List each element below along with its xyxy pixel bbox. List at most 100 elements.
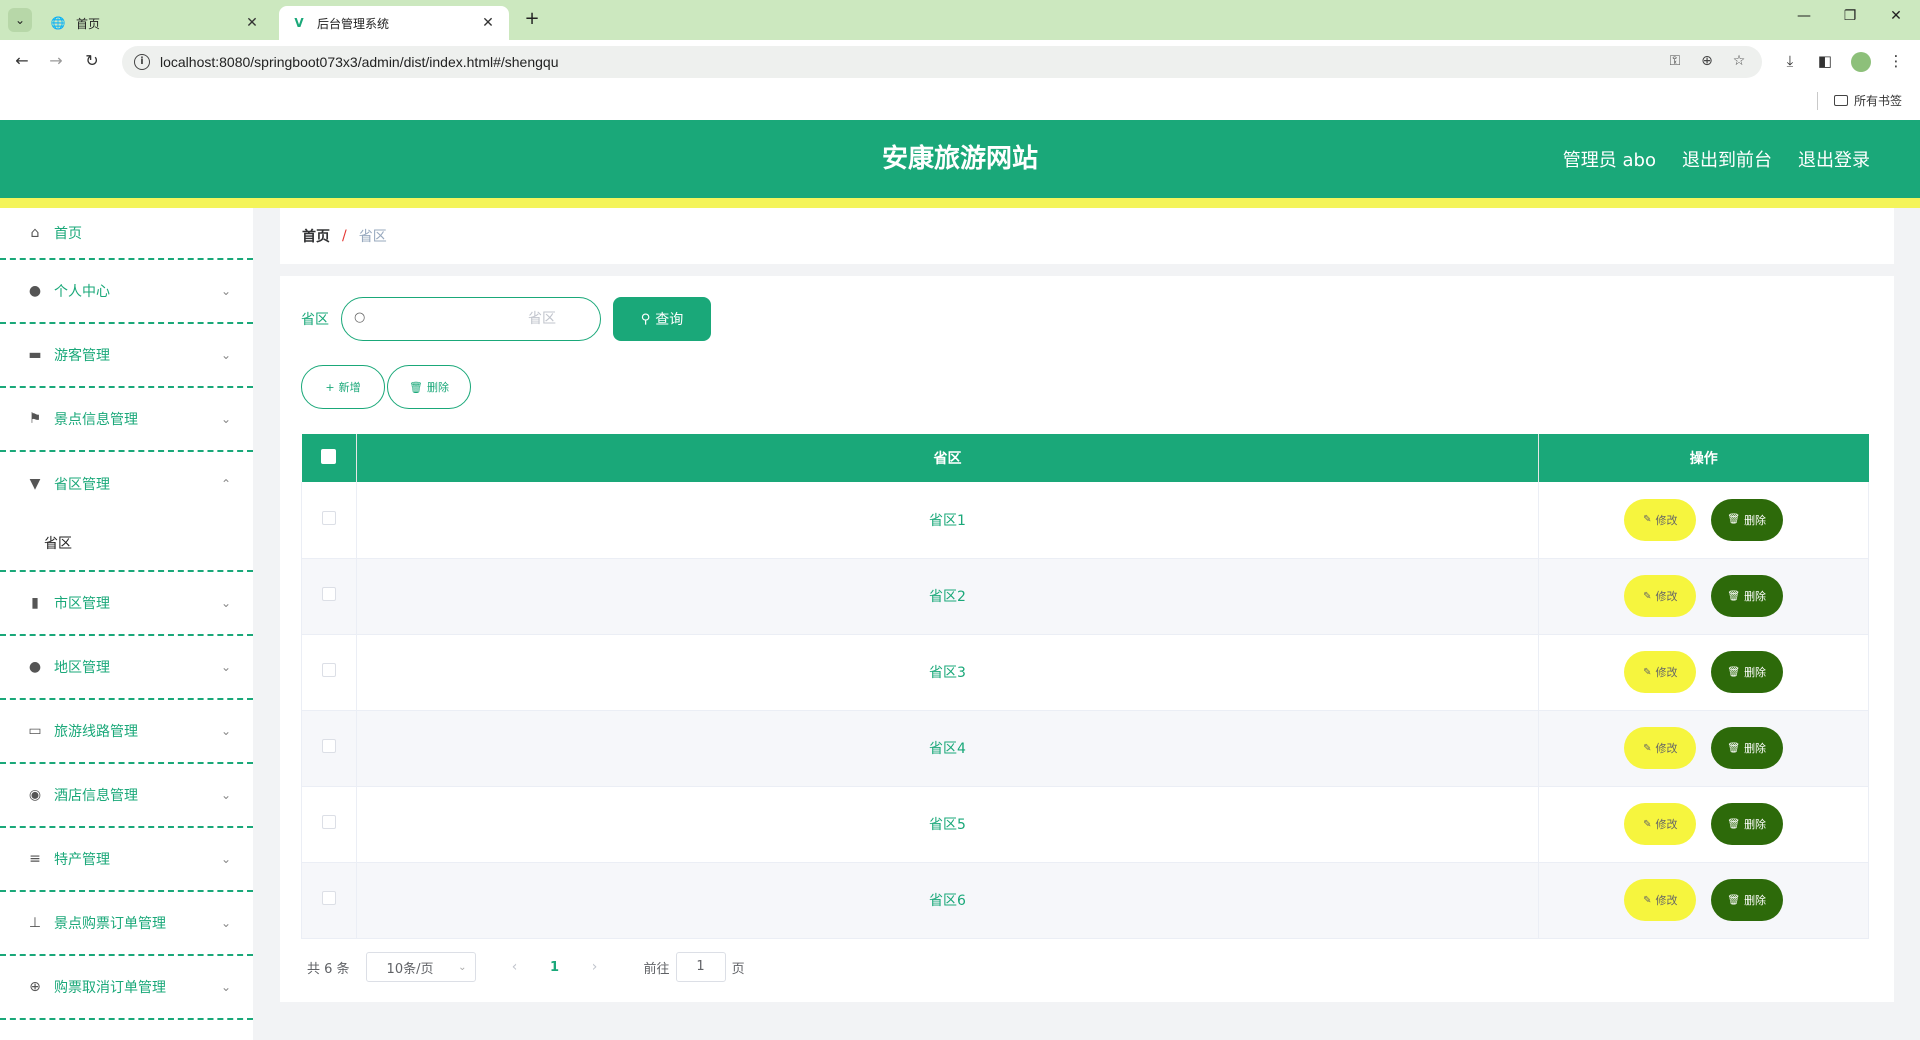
edit-label: 修改 — [1655, 666, 1678, 679]
compass-icon: ⊕ — [29, 979, 41, 995]
sidebar-item-hotels[interactable]: ◉ 酒店信息管理 ⌄ — [0, 764, 253, 828]
zoom-icon[interactable]: ⊕ — [1698, 53, 1716, 69]
back-to-front-link[interactable]: 退出到前台 — [1682, 146, 1772, 172]
page-size-select[interactable]: 10条/页 ⌄ — [365, 952, 476, 982]
logout-link[interactable]: 退出登录 — [1798, 146, 1870, 172]
search-input[interactable] — [378, 306, 588, 332]
all-bookmarks-folder[interactable]: 所有书签 — [1834, 92, 1902, 109]
edit-button[interactable]: ✎ 修改 — [1624, 727, 1697, 769]
breadcrumb-home[interactable]: 首页 — [302, 226, 330, 246]
sidebar-item-home[interactable]: ⌂ 首页 — [0, 208, 253, 260]
delete-label: 删除 — [1744, 513, 1767, 527]
edit-button[interactable]: ✎ 修改 — [1624, 803, 1697, 845]
site-info-icon[interactable]: i — [134, 54, 150, 70]
delete-label: 删除 — [1744, 742, 1767, 755]
tab-close-icon[interactable]: ✕ — [479, 15, 497, 31]
profile-avatar[interactable] — [1851, 52, 1871, 72]
bookmark-star-icon[interactable]: ☆ — [1730, 53, 1748, 69]
minimize-icon[interactable]: — — [1792, 8, 1816, 24]
select-all-checkbox[interactable] — [321, 448, 337, 464]
browser-tab-admin[interactable]: V 后台管理系统 ✕ — [279, 6, 509, 40]
forward-icon[interactable]: → — [44, 50, 68, 74]
delete-button[interactable]: 🗑 删除 — [1710, 498, 1783, 541]
header-checkbox-cell — [301, 434, 357, 482]
restore-icon[interactable]: ❐ — [1838, 8, 1862, 24]
edit-icon: ✎ — [1643, 742, 1652, 754]
sidebar-item-label: 市区管理 — [54, 596, 110, 612]
download-icon[interactable]: ⤓ — [1780, 52, 1800, 70]
chevron-down-icon: ⌄ — [458, 961, 467, 973]
sidebar-item-specialties[interactable]: ≡ 特产管理 ⌄ — [0, 828, 253, 892]
row-checkbox[interactable] — [322, 739, 336, 753]
province-cell: 省区1 — [356, 482, 1539, 559]
password-key-icon[interactable]: ⚿ — [1666, 53, 1684, 69]
tab-search-button[interactable]: ⌄ — [8, 8, 32, 32]
chevron-down-icon: ⌄ — [220, 916, 231, 930]
sidebar-item-ticket-orders[interactable]: ⊥ 景点购票订单管理 ⌄ — [0, 892, 253, 956]
sidebar-item-profile[interactable]: ● 个人中心 ⌄ — [0, 260, 253, 324]
delete-button[interactable]: 🗑 删除 — [1710, 803, 1783, 845]
delete-button[interactable]: 🗑 删除 — [1710, 651, 1783, 693]
row-checkbox[interactable] — [322, 891, 336, 905]
delete-button[interactable]: 🗑 删除 — [1710, 879, 1783, 921]
prev-page-button[interactable]: ‹ — [500, 959, 530, 975]
new-tab-button[interactable]: + — [520, 8, 544, 32]
user-icon: ● — [28, 283, 42, 299]
edit-button[interactable]: ✎ 修改 — [1624, 879, 1697, 921]
province-cell: 省区6 — [356, 862, 1539, 939]
delete-label: 删除 — [1744, 818, 1767, 831]
add-button[interactable]: + 新增 — [301, 365, 385, 409]
sidebar-item-label: 特产管理 — [54, 852, 110, 868]
row-checkbox-cell — [301, 558, 357, 635]
row-checkbox[interactable] — [322, 663, 336, 677]
bulk-delete-button[interactable]: 🗑 删除 — [387, 365, 471, 409]
sidebar-item-attractions[interactable]: ⚑ 景点信息管理 ⌄ — [0, 388, 253, 452]
edit-button[interactable]: ✎ 修改 — [1624, 498, 1697, 541]
ticket-icon: ▬ — [28, 347, 42, 363]
header-links: 管理员 abo 退出到前台 退出登录 — [1537, 120, 1870, 198]
breadcrumb-current: 省区 — [358, 229, 387, 245]
breadcrumb: 首页 / 省区 — [280, 208, 1894, 264]
table-row: 省区5 ✎ 修改 🗑 删除 — [301, 786, 1869, 863]
goto-page-input[interactable]: 1 — [675, 952, 726, 982]
row-checkbox[interactable] — [322, 510, 336, 525]
delete-button[interactable]: 🗑 删除 — [1710, 575, 1783, 617]
province-cell: 省区2 — [356, 558, 1539, 635]
sidebar-item-cities[interactable]: ▮ 市区管理 ⌄ — [0, 572, 253, 636]
sidebar-item-visitors[interactable]: ▬ 游客管理 ⌄ — [0, 324, 253, 388]
sidebar-item-routes[interactable]: ▭ 旅游线路管理 ⌄ — [0, 700, 253, 764]
chevron-down-icon: ⌄ — [220, 412, 231, 426]
folder-icon — [1834, 95, 1848, 106]
delete-button[interactable]: 🗑 删除 — [1710, 727, 1783, 769]
reload-icon[interactable]: ↻ — [80, 50, 104, 74]
back-icon[interactable]: ← — [10, 50, 34, 74]
window-close-icon[interactable]: ✕ — [1884, 8, 1908, 24]
add-button-label: 新增 — [338, 381, 361, 394]
delete-label: 删除 — [1744, 666, 1767, 679]
row-checkbox[interactable] — [322, 815, 336, 829]
sidebar-item-cancel-orders[interactable]: ⊕ 购票取消订单管理 ⌄ — [0, 956, 253, 1020]
province-cell: 省区3 — [356, 634, 1539, 711]
search-button[interactable]: ⚲ 查询 — [613, 297, 711, 341]
bookmarks-divider — [1817, 92, 1818, 110]
globe-icon: 🌐 — [50, 16, 66, 30]
trash-icon: 🗑 — [1727, 590, 1741, 602]
browser-tab-home[interactable]: 🌐 首页 ✕ — [38, 6, 273, 40]
sliders-icon: ≡ — [29, 851, 41, 867]
edit-icon: ✎ — [1643, 590, 1652, 602]
table-row: 省区4 ✎ 修改 🗑 删除 — [301, 710, 1869, 787]
address-bar[interactable]: i localhost:8080/springboot073x3/admin/d… — [122, 46, 1762, 78]
tab-close-icon[interactable]: ✕ — [243, 15, 261, 31]
sidebar-item-provinces[interactable]: ▼ 省区管理 ⌃ — [0, 452, 253, 516]
sidebar-item-districts[interactable]: ● 地区管理 ⌄ — [0, 636, 253, 700]
side-panel-icon[interactable]: ◧ — [1815, 52, 1835, 70]
more-menu-icon[interactable]: ⋮ — [1886, 52, 1906, 70]
next-page-button[interactable]: › — [580, 959, 610, 975]
sidebar-subitem-province[interactable]: 省区 — [0, 516, 253, 572]
trash-icon: 🗑 — [1727, 742, 1741, 754]
row-checkbox[interactable] — [322, 587, 336, 601]
page-number-current[interactable]: 1 — [540, 960, 570, 975]
edit-button[interactable]: ✎ 修改 — [1624, 575, 1697, 617]
edit-button[interactable]: ✎ 修改 — [1624, 651, 1697, 693]
edit-label: 修改 — [1655, 894, 1678, 907]
